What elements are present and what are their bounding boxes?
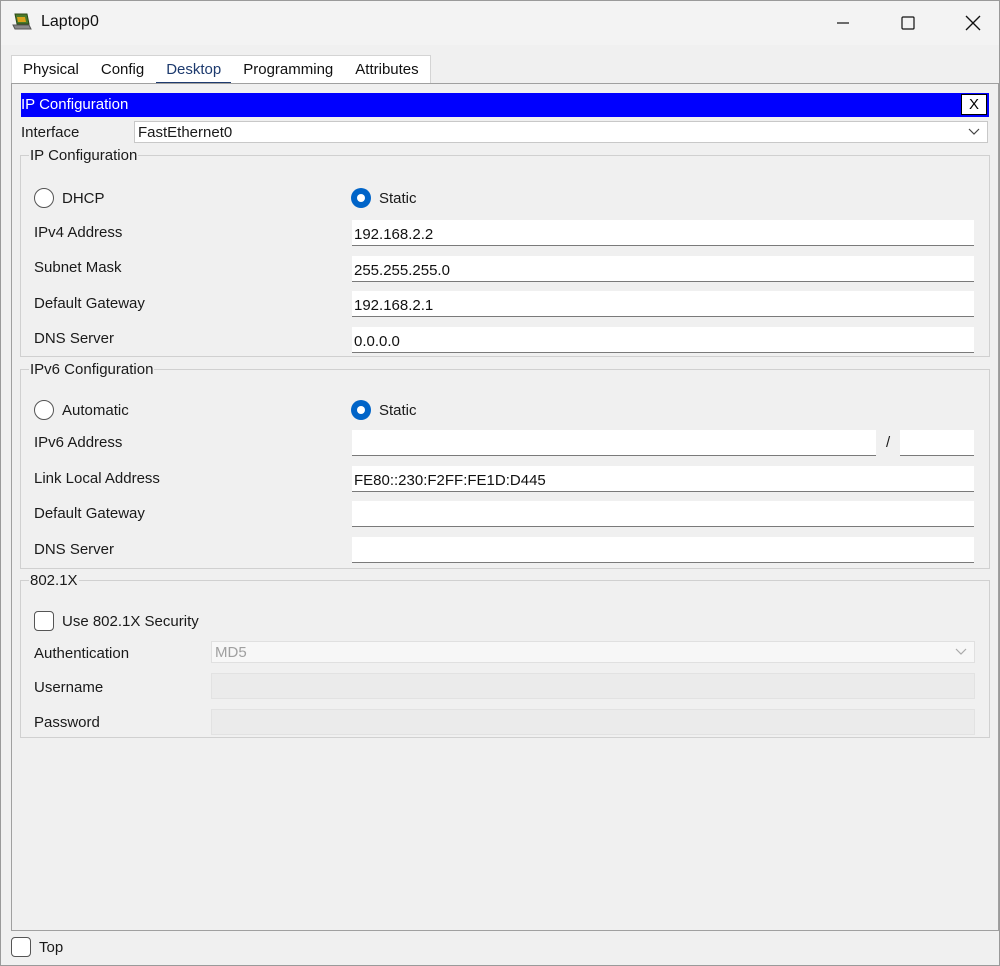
link-local-label: Link Local Address (34, 470, 160, 487)
minimize-icon (837, 22, 849, 24)
link-local-input[interactable] (352, 466, 974, 492)
username-label: Username (34, 679, 104, 696)
chevron-down-icon (955, 648, 967, 655)
ipv4-config-group: IP Configuration DHCP Static IPv4 Addres… (20, 147, 990, 357)
tab-config[interactable]: Config (90, 56, 155, 83)
tab-physical[interactable]: Physical (12, 56, 90, 83)
radio-indicator (34, 188, 54, 208)
ipv6-automatic-radio[interactable]: Automatic (34, 400, 129, 420)
authentication-label: Authentication (34, 645, 130, 662)
checkbox-box (11, 937, 31, 957)
authentication-select[interactable]: MD5 (211, 641, 975, 663)
subnet-mask-label: Subnet Mask (34, 259, 122, 276)
ipv4-dns-label: DNS Server (34, 330, 115, 347)
maximize-icon (901, 16, 915, 30)
tab-attributes[interactable]: Attributes (344, 56, 429, 83)
password-input[interactable] (211, 709, 975, 735)
desktop-panel: IP Configuration X Interface FastEtherne… (11, 83, 999, 931)
ipv4-static-radio[interactable]: Static (351, 188, 417, 208)
tab-programming[interactable]: Programming (232, 56, 344, 83)
ipv6-address-label: IPv6 Address (34, 434, 123, 451)
interface-select[interactable]: FastEthernet0 (134, 121, 988, 143)
ipv4-dns-input[interactable] (352, 327, 974, 353)
use-8021x-label: Use 802.1X Security (62, 612, 199, 630)
checkbox-box (34, 611, 54, 631)
minimize-button[interactable] (811, 1, 875, 45)
ipv6-dns-input[interactable] (352, 537, 974, 563)
password-label: Password (34, 714, 100, 731)
ipv4-gateway-label: Default Gateway (34, 295, 145, 312)
ipv6-dns-label: DNS Server (34, 541, 115, 558)
tab-desktop[interactable]: Desktop (155, 56, 232, 85)
ipv4-group-legend: IP Configuration (30, 147, 138, 164)
window-title: Laptop0 (41, 13, 99, 30)
ipv6-config-group: IPv6 Configuration Automatic Static IPv6… (20, 361, 990, 569)
laptop-app-icon (11, 11, 33, 33)
radio-indicator-selected (351, 400, 371, 420)
dhcp-radio[interactable]: DHCP (34, 188, 105, 208)
ipv6-static-label: Static (379, 401, 417, 419)
dhcp-label: DHCP (62, 189, 105, 207)
interface-label: Interface (21, 124, 80, 141)
ipv6-address-input[interactable] (352, 430, 876, 456)
maximize-button[interactable] (876, 1, 940, 45)
use-8021x-checkbox[interactable]: Use 802.1X Security (34, 611, 199, 631)
top-label: Top (39, 938, 64, 956)
top-checkbox[interactable]: Top (11, 937, 63, 957)
chevron-down-icon (968, 128, 980, 135)
prefix-separator: / (886, 434, 891, 451)
radio-indicator-selected (351, 188, 371, 208)
dot1x-group: 802.1X Use 802.1X Security Authenticatio… (20, 572, 990, 738)
ipv6-automatic-label: Automatic (62, 401, 129, 419)
username-input[interactable] (211, 673, 975, 699)
close-window-button[interactable] (941, 1, 1000, 45)
ipv6-gateway-label: Default Gateway (34, 505, 145, 522)
ipv4-static-label: Static (379, 189, 417, 207)
ipv6-gateway-input[interactable] (352, 501, 974, 527)
dot1x-group-legend: 802.1X (30, 572, 78, 589)
authentication-value: MD5 (215, 644, 247, 661)
laptop-window: Laptop0 Physical Config Desktop Programm… (0, 0, 1000, 966)
ipv4-address-label: IPv4 Address (34, 224, 123, 241)
tab-bar: Physical Config Desktop Programming Attr… (11, 55, 431, 85)
ipv4-gateway-input[interactable] (352, 291, 974, 317)
ip-config-title: IP Configuration (21, 96, 129, 113)
ipv6-static-radio[interactable]: Static (351, 400, 417, 420)
radio-indicator (34, 400, 54, 420)
title-bar[interactable]: Laptop0 (1, 1, 999, 45)
ip-config-header: IP Configuration X (21, 93, 989, 117)
close-icon (965, 15, 981, 31)
ipv6-prefix-input[interactable] (900, 430, 974, 456)
ipv4-address-input[interactable] (352, 220, 974, 246)
subnet-mask-input[interactable] (352, 256, 974, 282)
ip-config-close-button[interactable]: X (961, 94, 987, 115)
ipv6-group-legend: IPv6 Configuration (30, 361, 154, 378)
interface-value: FastEthernet0 (138, 124, 233, 141)
